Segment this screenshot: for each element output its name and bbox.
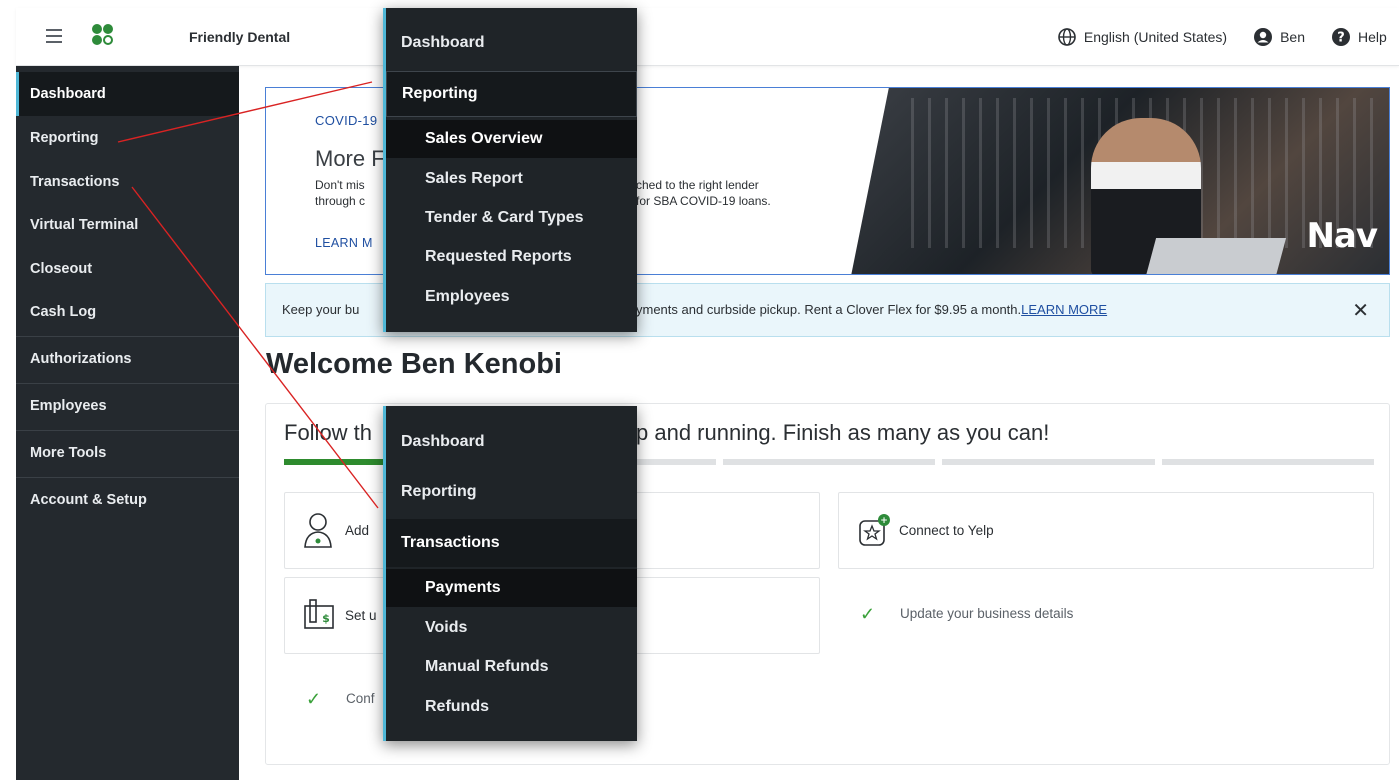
menu-item-sales-report[interactable]: Sales Report [386,160,637,198]
close-icon[interactable]: ✕ [1352,298,1369,323]
banner-body-text: atched to the right lender [626,178,759,192]
menu-item-requested-reports[interactable]: Requested Reports [386,238,637,276]
nav-brand-logo: Nav [1306,216,1378,256]
menu-item-reporting[interactable]: Reporting [386,71,637,117]
menu-item-payments[interactable]: Payments [386,569,637,607]
sidebar-item-label: More Tools [30,445,107,461]
sidebar-item-closeout[interactable]: Closeout [16,247,239,291]
laptop-image [1145,238,1287,274]
yelp-star-icon: + [859,514,890,546]
menu-item-sales-overview[interactable]: Sales Overview [386,120,637,158]
help-icon: ? [1332,28,1350,46]
sidebar-item-label: Employees [30,398,107,414]
page-title: Welcome Ben Kenobi [266,348,562,380]
sidebar-item-label: Dashboard [30,86,106,102]
hamburger-menu-icon[interactable] [46,29,62,43]
checkmark-icon: ✓ [860,604,876,624]
svg-text:?: ? [1337,31,1345,46]
user-menu[interactable]: Ben [1253,27,1305,47]
progress-segment [942,459,1155,465]
user-name: Ben [1280,29,1305,45]
sidebar: Dashboard Reporting Transactions Virtual… [16,66,239,780]
sidebar-item-employees[interactable]: Employees [16,384,239,428]
menu-item-manual-refunds[interactable]: Manual Refunds [386,648,637,686]
banner-body-text: p for SBA COVID-19 loans. [626,194,771,208]
banner-body-text: Don't mis [315,178,365,192]
task-label: Conf [346,691,375,706]
sidebar-item-dashboard[interactable]: Dashboard [16,72,239,116]
task-label: Connect to Yelp [899,523,994,538]
reporting-dropdown: Dashboard Reporting Sales Overview Sales… [383,8,637,332]
language-label: English (United States) [1083,29,1228,45]
notice-text-line: yments and curbside pickup. Rent a Clove… [636,302,1107,317]
transactions-dropdown: Dashboard Reporting Transactions Payment… [383,406,637,741]
sidebar-item-more-tools[interactable]: More Tools [16,431,239,475]
help-menu[interactable]: ? Help [1331,27,1399,47]
sidebar-item-label: Account & Setup [30,492,147,508]
sidebar-item-authorizations[interactable]: Authorizations [16,337,239,381]
menu-item-dashboard[interactable]: Dashboard [386,421,637,463]
menu-item-transactions[interactable]: Transactions [386,519,637,567]
notice-text: yments and curbside pickup. Rent a Clove… [636,302,1022,317]
svg-text:$: $ [322,612,330,625]
banner-body-text: through c [315,194,366,208]
connect-yelp-task[interactable]: + Connect to Yelp [838,492,1374,569]
user-icon [1254,28,1273,46]
sidebar-item-label: Closeout [30,261,93,277]
merchant-name: Friendly Dental [189,29,291,45]
sidebar-item-transactions[interactable]: Transactions [16,160,239,204]
menu-item-tender-card-types[interactable]: Tender & Card Types [386,199,637,237]
menu-item-dashboard[interactable]: Dashboard [386,23,637,63]
sidebar-item-label: Authorizations [30,351,132,367]
sidebar-item-reporting[interactable]: Reporting [16,116,239,160]
checkmark-icon: ✓ [306,689,322,709]
globe-icon [1058,28,1076,46]
task-label: Update your business details [900,606,1074,621]
menu-item-refunds[interactable]: Refunds [386,688,637,726]
menu-item-reporting[interactable]: Reporting [386,471,637,513]
language-selector[interactable]: English (United States) [1057,27,1227,47]
progress-segment [722,459,936,465]
task-label: Add [345,523,370,538]
sidebar-item-cash-log[interactable]: Cash Log [16,290,239,334]
top-bar: Friendly Dental English (United States) … [16,8,1399,66]
sidebar-item-label: Virtual Terminal [30,217,139,233]
sidebar-item-label: Cash Log [30,304,97,320]
menu-item-voids[interactable]: Voids [386,609,637,647]
menu-item-employees[interactable]: Employees [386,278,637,316]
banner-tag: COVID-19 [315,113,378,128]
task-label: Set u [345,608,377,623]
person-icon [304,513,332,548]
sidebar-item-label: Transactions [30,174,120,190]
clover-logo-icon [92,24,114,46]
notice-text: Keep your bu [282,302,360,317]
setup-heading: Follow th [284,420,373,445]
receipt-icon: $ [304,599,334,629]
progress-segment [1161,459,1375,465]
sidebar-item-virtual-terminal[interactable]: Virtual Terminal [16,203,239,247]
notice-learn-more-link[interactable]: LEARN MORE [1021,302,1107,317]
sidebar-item-label: Reporting [30,130,99,146]
banner-learn-more-link[interactable]: LEARN M [315,236,373,250]
banner-photo: Nav [851,88,1389,274]
banner-headline: More F [315,146,385,171]
sidebar-item-account-setup[interactable]: Account & Setup [16,478,239,522]
svg-text:+: + [880,516,888,526]
setup-heading: p and running. Finish as many as you can… [636,420,1050,445]
help-label: Help [1358,29,1387,45]
